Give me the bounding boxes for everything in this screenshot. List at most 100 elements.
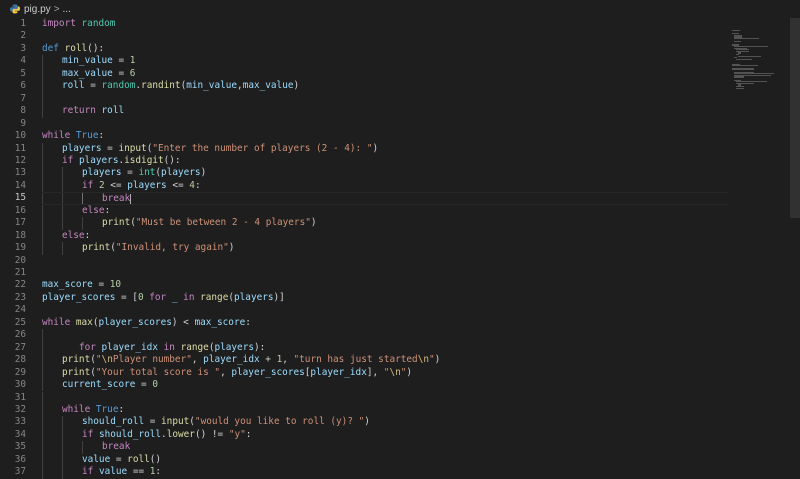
code-token: "Your total score is "	[95, 366, 221, 378]
breadcrumb-file[interactable]: pig.py	[24, 4, 51, 15]
code-line[interactable]: 15 break	[0, 192, 728, 205]
code-line[interactable]: 2	[0, 30, 728, 42]
indent-guide	[62, 428, 63, 442]
code-line[interactable]: 22 max_score = 10	[0, 279, 728, 291]
line-number: 21	[14, 267, 26, 278]
indent-guide	[42, 391, 43, 404]
code-line[interactable]: 24	[0, 304, 728, 316]
code-line[interactable]: 5 max_value = 6	[0, 67, 728, 81]
code-text: if 2 <= players <= 4:	[82, 180, 201, 192]
code-line[interactable]: 37 if value == 1:	[0, 466, 728, 479]
line-number: 7	[20, 92, 26, 104]
code-token: player_idx	[101, 341, 158, 353]
code-line[interactable]: 23 player_scores = [0 for _ in range(play…	[0, 292, 728, 304]
code-text: min_value = 1	[62, 55, 135, 67]
code-line[interactable]: 8 return roll	[0, 105, 728, 118]
code-token: range	[180, 341, 209, 353]
code-token: )	[372, 142, 379, 154]
code-line[interactable]: 1 import random	[0, 18, 728, 30]
minimap-line	[736, 58, 753, 60]
breadcrumb-more[interactable]: ...	[63, 4, 71, 15]
code-line[interactable]: 18 else:	[0, 229, 728, 243]
indent-guide	[42, 179, 43, 193]
indent-guide	[62, 441, 63, 454]
code-token: else	[82, 204, 105, 216]
code-token: player_scores	[98, 316, 172, 328]
vertical-scrollbar[interactable]	[790, 18, 800, 479]
code-line[interactable]: 34 if should_roll.lower() != "y":	[0, 428, 728, 442]
code-line[interactable]: 9	[0, 118, 728, 130]
scrollbar-thumb[interactable]	[790, 18, 800, 218]
code-token: players	[62, 142, 102, 154]
code-token: break	[102, 441, 131, 453]
code-line[interactable]: 7	[0, 92, 728, 106]
code-line[interactable]: 30 current_score = 0	[0, 379, 728, 392]
line-number: 34	[14, 428, 26, 440]
indent-guide	[62, 416, 63, 429]
code-line[interactable]: 21	[0, 267, 728, 279]
code-token: roll	[127, 453, 150, 465]
code-token: input	[161, 416, 190, 428]
code-line[interactable]: 11 players = input("Enter the number of p…	[0, 142, 728, 155]
code-token: while	[42, 130, 71, 142]
indent-guide	[42, 379, 43, 392]
code-text: print("Invalid, try again")	[82, 242, 234, 254]
line-number: 6	[20, 80, 26, 92]
code-line[interactable]: 12 if players.isdigit():	[0, 154, 728, 168]
code-text: for player_idx in range(players):	[62, 342, 265, 354]
code-line[interactable]: 20	[0, 255, 728, 267]
code-token: max_value	[242, 80, 294, 92]
code-line[interactable]: 16 else:	[0, 204, 728, 218]
code-line[interactable]: 17 print("Must be between 2 - 4 players")	[0, 217, 728, 230]
code-token: min_value	[186, 80, 238, 92]
code-line[interactable]: 36 value = roll()	[0, 453, 728, 467]
code-token: ,	[220, 366, 232, 378]
code-line[interactable]: 28 print("\nPlayer number", player_idx + …	[0, 354, 728, 367]
indent-guide	[42, 341, 43, 355]
line-number: 13	[14, 167, 26, 179]
code-text: print("Must be between 2 - 4 players")	[102, 217, 317, 229]
code-token: True	[95, 403, 119, 415]
minimap-line	[736, 87, 745, 89]
line-number: 29	[14, 366, 26, 378]
code-token: roll	[64, 42, 88, 54]
code-line[interactable]: 13 players = int(players)	[0, 167, 728, 180]
code-token: "Must be between 2 - 4 players"	[135, 217, 311, 229]
code-line[interactable]: 35 break	[0, 441, 728, 454]
code-token: max	[75, 316, 93, 328]
code-token: players	[78, 154, 119, 166]
code-line[interactable]: 3 def roll():	[0, 43, 728, 55]
text-cursor	[130, 193, 132, 204]
code-line[interactable]: 6 roll = random.randint(min_value,max_val…	[0, 80, 728, 93]
line-number: 28	[14, 354, 26, 366]
code-line[interactable]: 14 if 2 <= players <= 4:	[0, 179, 728, 193]
minimap-line	[734, 38, 760, 40]
code-text: max_value = 6	[62, 68, 135, 80]
code-editor[interactable]: 1 import random 2 3 def roll(): 4 min_value = …	[0, 18, 728, 479]
code-line[interactable]: 4 min_value = 1	[0, 55, 728, 68]
code-line[interactable]: 31	[0, 391, 728, 404]
code-token: min_value	[62, 55, 113, 67]
code-token: "Invalid, try again"	[115, 242, 229, 254]
code-token: player_idx	[310, 366, 367, 378]
line-number: 32	[14, 403, 26, 415]
code-line[interactable]: 19 print("Invalid, try again")	[0, 242, 728, 255]
code-token: "would you like to roll (y)? "	[194, 416, 365, 428]
code-token: ):	[254, 341, 266, 353]
code-text: while True:	[42, 130, 104, 142]
code-line[interactable]: 10 while True:	[0, 130, 728, 142]
code-line[interactable]: 25 while max(player_scores) < max_score:	[0, 317, 728, 329]
minimap-line	[738, 55, 761, 57]
code-line[interactable]: 26	[0, 329, 728, 342]
code-text: print("\nPlayer number", player_idx + 1,…	[62, 354, 440, 366]
indent-guide	[42, 229, 43, 243]
code-token: ) <	[171, 316, 195, 328]
code-line[interactable]: 33 should_roll = input("would you like to…	[0, 416, 728, 429]
code-token: =	[121, 167, 139, 179]
code-line[interactable]: 27 for player_idx in range(players):	[0, 341, 728, 355]
code-line[interactable]: 29 print("Your total score is ", player_s…	[0, 366, 728, 380]
line-number: 4	[20, 55, 26, 67]
code-token: "y"	[228, 428, 246, 440]
code-line[interactable]: 32 while True:	[0, 403, 728, 417]
minimap[interactable]	[728, 18, 790, 479]
